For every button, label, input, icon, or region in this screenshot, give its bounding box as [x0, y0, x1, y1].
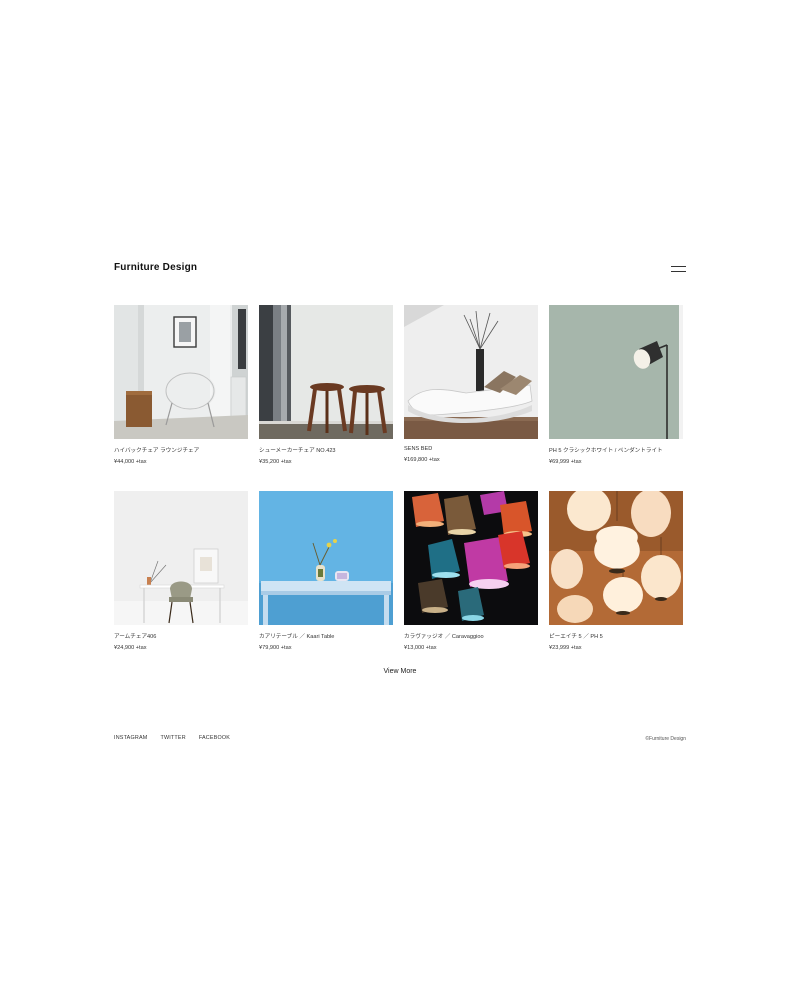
- product-price: ¥79,900 +tax: [259, 645, 292, 651]
- product-price: ¥23,999 +tax: [549, 645, 582, 651]
- product-name[interactable]: PH 5 クラシックホワイト / ペンダントライト: [549, 446, 683, 454]
- hamburger-menu-icon[interactable]: [671, 266, 687, 274]
- product-image[interactable]: [549, 491, 683, 625]
- product-name[interactable]: ピーエイチ 5 ／ PH 5: [549, 632, 683, 640]
- product-name[interactable]: ハイバックチェア ラウンジチェア: [114, 446, 248, 454]
- product-image[interactable]: [114, 305, 248, 439]
- product-image[interactable]: [259, 305, 393, 439]
- product-image[interactable]: [259, 491, 393, 625]
- product-card[interactable]: SENS BED ¥169,800 +tax: [404, 305, 538, 465]
- product-image[interactable]: [404, 305, 538, 439]
- product-name[interactable]: カアリテーブル ／ Kaari Table: [259, 632, 393, 640]
- product-card[interactable]: PH 5 クラシックホワイト / ペンダントライト ¥69,999 +tax: [549, 305, 683, 465]
- product-image[interactable]: [114, 491, 248, 625]
- page: Furniture Design ハイバックチェア ラウンジチェア ¥44,00…: [0, 0, 800, 1000]
- copyright: ©Furniture Design: [645, 736, 686, 742]
- product-price: ¥44,000 +tax: [114, 459, 147, 465]
- product-name[interactable]: アームチェア406: [114, 632, 248, 640]
- footer-social-links: INSTAGRAM TWITTER FACEBOOK: [114, 735, 230, 741]
- facebook-link[interactable]: FACEBOOK: [199, 735, 230, 741]
- product-grid: ハイバックチェア ラウンジチェア ¥44,000 +tax シューメーカーチェア…: [114, 305, 686, 651]
- product-price: ¥169,800 +tax: [404, 457, 440, 463]
- product-image[interactable]: [404, 491, 538, 625]
- product-card[interactable]: ハイバックチェア ラウンジチェア ¥44,000 +tax: [114, 305, 248, 465]
- product-price: ¥35,200 +tax: [259, 459, 292, 465]
- product-card[interactable]: カラヴァッジオ ／ Caravaggioo ¥13,000 +tax: [404, 491, 538, 651]
- product-name[interactable]: カラヴァッジオ ／ Caravaggioo: [404, 632, 538, 640]
- product-card[interactable]: アームチェア406 ¥24,900 +tax: [114, 491, 248, 651]
- product-card[interactable]: カアリテーブル ／ Kaari Table ¥79,900 +tax: [259, 491, 393, 651]
- product-price: ¥69,999 +tax: [549, 459, 582, 465]
- product-price: ¥24,900 +tax: [114, 645, 147, 651]
- product-image[interactable]: [549, 305, 683, 439]
- product-name[interactable]: シューメーカーチェア NO.423: [259, 446, 393, 454]
- instagram-link[interactable]: INSTAGRAM: [114, 735, 147, 741]
- product-card[interactable]: シューメーカーチェア NO.423 ¥35,200 +tax: [259, 305, 393, 465]
- twitter-link[interactable]: TWITTER: [160, 735, 185, 741]
- view-more-link[interactable]: View More: [0, 668, 800, 675]
- product-price: ¥13,000 +tax: [404, 645, 437, 651]
- product-name[interactable]: SENS BED: [404, 446, 538, 452]
- product-card[interactable]: ピーエイチ 5 ／ PH 5 ¥23,999 +tax: [549, 491, 683, 651]
- site-logo[interactable]: Furniture Design: [114, 262, 197, 273]
